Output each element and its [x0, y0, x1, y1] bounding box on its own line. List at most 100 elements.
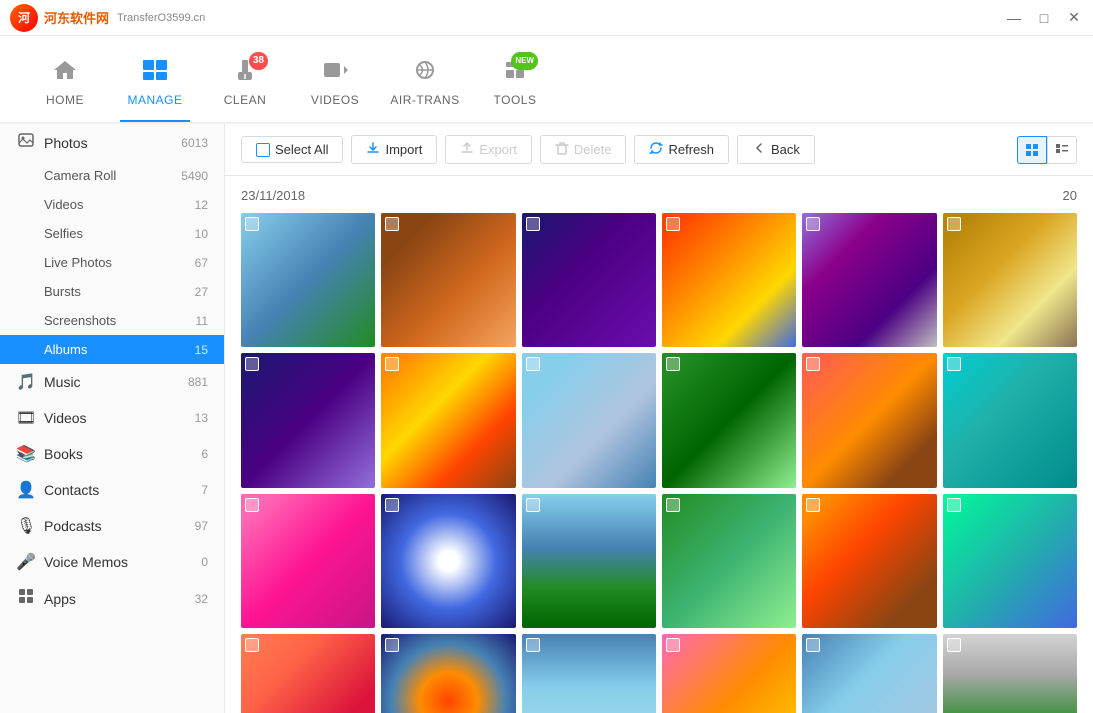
sidebar-item-podcasts[interactable]: 🎙 Podcasts 97 — [0, 508, 224, 544]
photo-thumb[interactable] — [802, 634, 936, 713]
photo-thumb[interactable] — [241, 353, 375, 487]
nav-home[interactable]: HOME — [20, 42, 110, 122]
photo-thumb[interactable] — [802, 213, 936, 347]
photo-thumb[interactable] — [662, 494, 796, 628]
export-button[interactable]: Export — [445, 135, 532, 164]
nav-clean-label: CLEAN — [224, 93, 267, 107]
books-icon: 📚 — [16, 444, 36, 464]
voice-memos-label: Voice Memos — [44, 554, 201, 570]
albums-count: 15 — [195, 343, 208, 357]
bursts-count: 27 — [195, 285, 208, 299]
sidebar-item-camera-roll[interactable]: Camera Roll 5490 — [0, 161, 224, 190]
sidebar-item-live-photos[interactable]: Live Photos 67 — [0, 248, 224, 277]
photo-thumb[interactable] — [241, 634, 375, 713]
import-button[interactable]: Import — [351, 135, 437, 164]
photo-thumb[interactable] — [381, 634, 515, 713]
photo-thumb[interactable] — [662, 213, 796, 347]
delete-button[interactable]: Delete — [540, 135, 627, 164]
sidebar-item-photos[interactable]: Photos 6013 — [0, 124, 224, 161]
photo-thumb[interactable] — [662, 353, 796, 487]
nav-tools-label: TOOLS — [494, 93, 537, 107]
refresh-button[interactable]: Refresh — [634, 135, 729, 164]
sidebar-item-apps[interactable]: Apps 32 — [0, 580, 224, 617]
voice-memos-icon: 🎤 — [16, 552, 36, 572]
podcasts-icon: 🎙 — [16, 516, 36, 536]
videos2-count: 13 — [195, 411, 208, 425]
sidebar-item-albums[interactable]: Albums 15 — [0, 335, 224, 364]
nav-videos[interactable]: VIDEOS — [290, 42, 380, 122]
apps-label: Apps — [44, 591, 195, 607]
podcasts-label: Podcasts — [44, 518, 195, 534]
camera-roll-label: Camera Roll — [44, 168, 116, 183]
photo-thumb[interactable] — [943, 213, 1077, 347]
view-toggle — [1017, 136, 1077, 164]
action-bar: Select All Import Export — [225, 124, 1093, 176]
maximize-button[interactable]: □ — [1035, 9, 1053, 27]
tools-badge: NEW — [511, 52, 538, 70]
photo-thumb[interactable] — [522, 634, 656, 713]
live-photos-label: Live Photos — [44, 255, 112, 270]
photo-thumb[interactable] — [381, 494, 515, 628]
list-view-button[interactable] — [1047, 136, 1077, 164]
photo-thumb[interactable] — [522, 494, 656, 628]
apps-count: 32 — [195, 592, 208, 606]
photo-thumb[interactable] — [241, 213, 375, 347]
sidebar-item-videos[interactable]: Videos 12 — [0, 190, 224, 219]
books-count: 6 — [201, 447, 208, 461]
sidebar-item-screenshots[interactable]: Screenshots 11 — [0, 306, 224, 335]
selfies-label: Selfies — [44, 226, 83, 241]
contacts-icon: 👤 — [16, 480, 36, 500]
sidebar-item-voice-memos[interactable]: 🎤 Voice Memos 0 — [0, 544, 224, 580]
photo-thumb[interactable] — [522, 353, 656, 487]
back-label: Back — [771, 142, 800, 157]
delete-label: Delete — [574, 142, 612, 157]
nav-videos-label: VIDEOS — [311, 93, 359, 107]
photo-thumb[interactable] — [802, 494, 936, 628]
photo-thumb[interactable] — [241, 494, 375, 628]
photo-thumb[interactable] — [522, 213, 656, 347]
main-layout: Photos 6013 Camera Roll 5490 Videos 12 S… — [0, 124, 1093, 713]
nav-clean[interactable]: 38 CLEAN — [200, 42, 290, 122]
sidebar-item-contacts[interactable]: 👤 Contacts 7 — [0, 472, 224, 508]
close-button[interactable]: ✕ — [1065, 9, 1083, 27]
refresh-icon — [649, 141, 663, 158]
contacts-label: Contacts — [44, 482, 201, 498]
grid-view-button[interactable] — [1017, 136, 1047, 164]
photo-thumb[interactable] — [943, 353, 1077, 487]
photo-thumb[interactable] — [662, 634, 796, 713]
sidebar-item-books[interactable]: 📚 Books 6 — [0, 436, 224, 472]
photo-grid — [241, 213, 1077, 713]
photo-thumb[interactable] — [943, 494, 1077, 628]
select-all-button[interactable]: Select All — [241, 136, 343, 163]
podcasts-count: 97 — [195, 519, 208, 533]
nav-manage-label: MANAGE — [127, 93, 182, 107]
export-label: Export — [479, 142, 517, 157]
screenshots-label: Screenshots — [44, 313, 116, 328]
nav-air-trans[interactable]: AIR-TRANS — [380, 42, 470, 122]
manage-icon — [141, 58, 169, 89]
photo-thumb[interactable] — [381, 213, 515, 347]
app-name: 河东软件网 — [44, 8, 109, 27]
minimize-button[interactable]: — — [1005, 9, 1023, 27]
photo-thumb[interactable] — [381, 353, 515, 487]
videos-count: 12 — [195, 198, 208, 212]
import-label: Import — [385, 142, 422, 157]
app-logo: 河 河东软件网 TransferO3599.cn — [10, 4, 205, 32]
music-count: 881 — [188, 375, 208, 389]
nav-manage[interactable]: MANAGE — [110, 42, 200, 122]
back-icon — [752, 141, 766, 158]
voice-memos-count: 0 — [201, 555, 208, 569]
photo-thumb[interactable] — [943, 634, 1077, 713]
sidebar-item-selfies[interactable]: Selfies 10 — [0, 219, 224, 248]
sidebar-item-videos2[interactable]: 🎞 Videos 13 — [0, 400, 224, 436]
sidebar-item-music[interactable]: 🎵 Music 881 — [0, 364, 224, 400]
camera-roll-count: 5490 — [181, 169, 208, 183]
apps-icon — [16, 588, 36, 609]
videos-icon — [322, 58, 348, 89]
photo-thumb[interactable] — [802, 353, 936, 487]
nav-home-label: HOME — [46, 93, 84, 107]
air-trans-icon — [411, 58, 439, 89]
back-button[interactable]: Back — [737, 135, 815, 164]
sidebar-item-bursts[interactable]: Bursts 27 — [0, 277, 224, 306]
nav-tools[interactable]: NEW TOOLS — [470, 42, 560, 122]
